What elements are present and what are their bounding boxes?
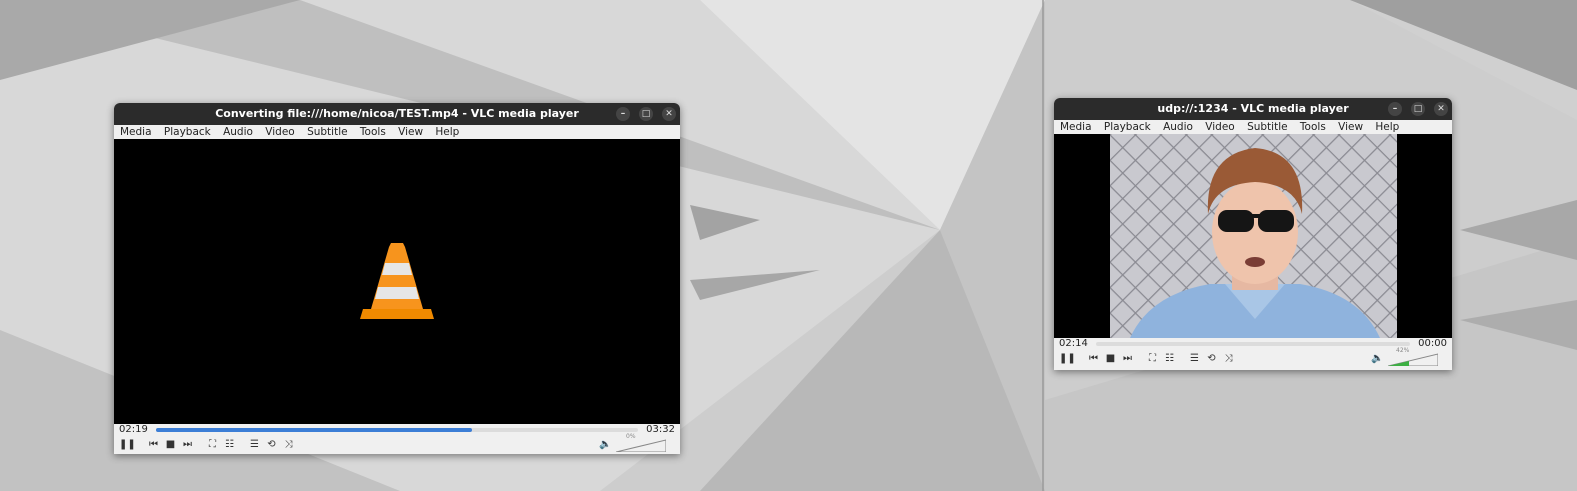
time-total: 03:32 [646, 424, 675, 435]
loop-icon[interactable]: ⟲ [1204, 351, 1219, 366]
playlist-icon[interactable]: ☰ [247, 437, 262, 452]
fullscreen-icon[interactable]: ⛶ [1145, 351, 1160, 366]
vlc-cone-icon [360, 243, 434, 319]
seek-bar[interactable] [156, 428, 638, 432]
title-bar[interactable]: udp://:1234 - VLC media player – □ ✕ [1054, 98, 1452, 120]
menu-playback[interactable]: Playback [164, 126, 211, 138]
pause-icon[interactable]: ❚❚ [1059, 351, 1076, 366]
minimize-button[interactable]: – [1388, 102, 1402, 116]
close-button[interactable]: ✕ [1434, 102, 1448, 116]
vlc-window-udp: udp://:1234 - VLC media player – □ ✕ Med… [1054, 98, 1452, 370]
video-area[interactable] [114, 139, 680, 424]
menu-bar: Media Playback Audio Video Subtitle Tool… [1054, 120, 1452, 134]
title-bar[interactable]: Converting file:///home/nicoa/TEST.mp4 -… [114, 103, 680, 125]
volume-slider[interactable] [1388, 352, 1438, 366]
seek-row: 02:14 00:00 [1054, 338, 1452, 350]
extended-settings-icon[interactable]: ☷ [222, 437, 237, 452]
seek-row: 02:19 03:32 [114, 424, 680, 436]
window-title: udp://:1234 - VLC media player [1157, 102, 1349, 115]
seek-bar-fill [156, 428, 472, 432]
maximize-button[interactable]: □ [1411, 102, 1425, 116]
menu-video[interactable]: Video [265, 126, 294, 138]
control-bar: ❚❚ ⏮ ■ ⏭ ⛶ ☷ ☰ ⟲ ⤨ 🔈 0% [114, 433, 680, 454]
next-icon[interactable]: ⏭ [180, 437, 195, 452]
menu-audio[interactable]: Audio [223, 126, 253, 138]
time-total: 00:00 [1418, 338, 1447, 349]
menu-media[interactable]: Media [1060, 121, 1092, 133]
vlc-window-converting: Converting file:///home/nicoa/TEST.mp4 -… [114, 103, 680, 454]
previous-icon[interactable]: ⏮ [146, 437, 161, 452]
menu-view[interactable]: View [1338, 121, 1363, 133]
loop-icon[interactable]: ⟲ [264, 437, 279, 452]
stop-icon[interactable]: ■ [1103, 351, 1118, 366]
shuffle-icon[interactable]: ⤨ [1221, 351, 1236, 366]
menu-tools[interactable]: Tools [1300, 121, 1326, 133]
menu-media[interactable]: Media [120, 126, 152, 138]
close-button[interactable]: ✕ [662, 107, 676, 121]
stop-icon[interactable]: ■ [163, 437, 178, 452]
volume-icon[interactable]: 🔈 [1370, 351, 1385, 366]
menu-subtitle[interactable]: Subtitle [1247, 121, 1288, 133]
minimize-button[interactable]: – [616, 107, 630, 121]
video-area[interactable] [1054, 134, 1452, 338]
playlist-icon[interactable]: ☰ [1187, 351, 1202, 366]
menu-view[interactable]: View [398, 126, 423, 138]
window-title: Converting file:///home/nicoa/TEST.mp4 -… [215, 107, 579, 120]
volume-percent: 42% [1396, 347, 1410, 354]
next-icon[interactable]: ⏭ [1120, 351, 1135, 366]
menu-tools[interactable]: Tools [360, 126, 386, 138]
menu-help[interactable]: Help [435, 126, 459, 138]
extended-settings-icon[interactable]: ☷ [1162, 351, 1177, 366]
volume-slider[interactable] [616, 438, 666, 452]
previous-icon[interactable]: ⏮ [1086, 351, 1101, 366]
volume-icon[interactable]: 🔈 [598, 437, 613, 452]
video-frame-person [1110, 134, 1397, 338]
pause-icon[interactable]: ❚❚ [119, 437, 136, 452]
volume-percent: 0% [626, 433, 636, 440]
maximize-button[interactable]: □ [639, 107, 653, 121]
control-bar: ❚❚ ⏮ ■ ⏭ ⛶ ☷ ☰ ⟲ ⤨ 🔈 42% [1054, 347, 1452, 368]
seek-bar[interactable] [1096, 342, 1410, 346]
menu-playback[interactable]: Playback [1104, 121, 1151, 133]
menu-help[interactable]: Help [1375, 121, 1399, 133]
menu-bar: Media Playback Audio Video Subtitle Tool… [114, 125, 680, 139]
menu-video[interactable]: Video [1205, 121, 1234, 133]
time-elapsed: 02:19 [119, 424, 148, 435]
menu-subtitle[interactable]: Subtitle [307, 126, 348, 138]
fullscreen-icon[interactable]: ⛶ [205, 437, 220, 452]
time-elapsed: 02:14 [1059, 338, 1088, 349]
shuffle-icon[interactable]: ⤨ [281, 437, 296, 452]
menu-audio[interactable]: Audio [1163, 121, 1193, 133]
